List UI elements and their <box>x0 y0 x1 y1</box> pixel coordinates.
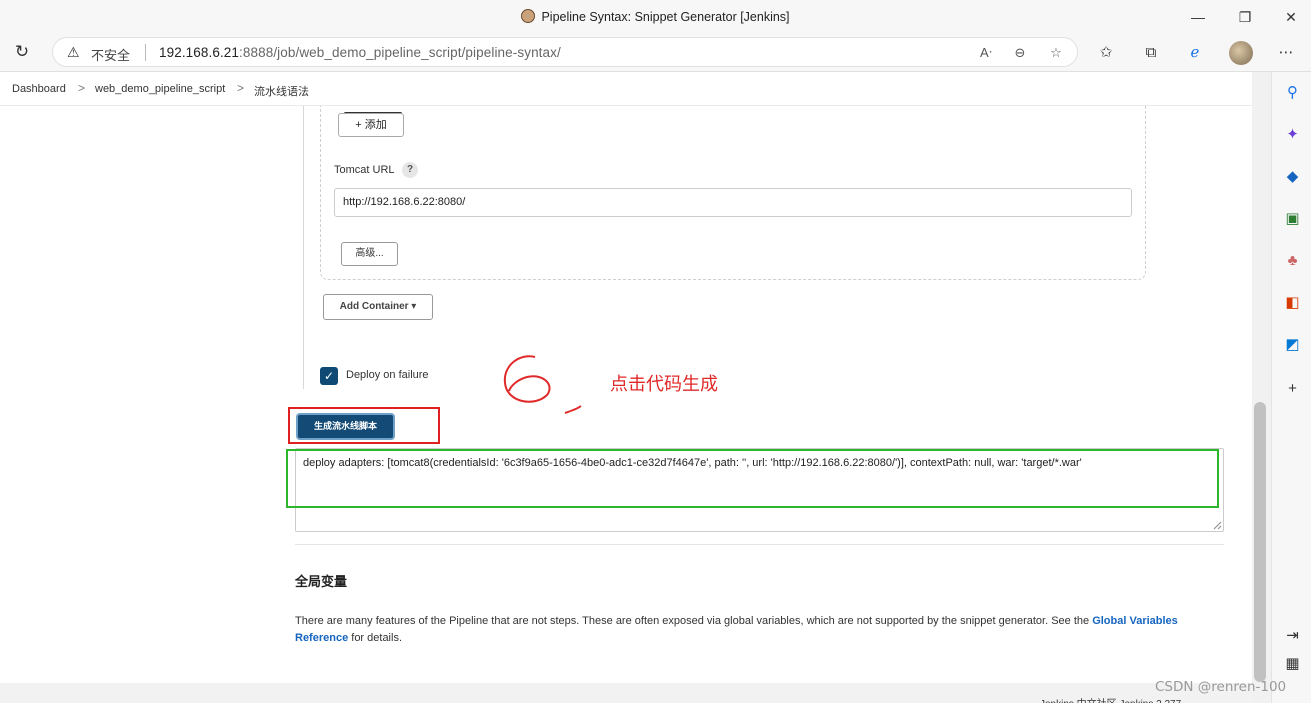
reload-icon[interactable]: ↻ <box>10 40 34 64</box>
browser-toolbar: ↻ ⚠ 不安全 192.168.6.21:8888/job/web_demo_p… <box>0 34 1311 72</box>
more-menu-icon[interactable]: ⋯ <box>1274 42 1298 64</box>
url-text[interactable]: 192.168.6.21:8888/job/web_demo_pipeline_… <box>159 45 561 60</box>
sidebar-settings-icon[interactable]: ▦ <box>1284 655 1301 672</box>
url-path: :8888/job/web_demo_pipeline_script/pipel… <box>239 45 561 60</box>
page-footer: Jenkins 中文社区 Jenkins 2.277 <box>0 683 1252 703</box>
tools-icon[interactable]: ▣ <box>1284 210 1301 227</box>
edge-browser-icon[interactable]: ℯ <box>1183 42 1207 64</box>
profile-avatar[interactable] <box>1229 41 1253 65</box>
read-aloud-icon[interactable]: Aᐧ <box>975 43 997 63</box>
help-icon[interactable]: ? <box>402 162 418 178</box>
annotation-step-six-drawing <box>503 355 582 414</box>
close-window-button[interactable]: ✕ <box>1268 6 1311 28</box>
global-variables-heading: 全局变量 <box>295 574 348 589</box>
add-button-label: 添加 <box>364 119 387 131</box>
favorites-icon[interactable]: ✩ <box>1094 42 1118 64</box>
global-variables-description: There are many features of the Pipeline … <box>295 613 1230 647</box>
zoom-out-icon[interactable]: ⊖ <box>1009 43 1031 63</box>
annotation-note: 点击代码生成 <box>610 374 718 395</box>
address-separator <box>145 44 146 61</box>
address-bar[interactable]: ⚠ 不安全 192.168.6.21:8888/job/web_demo_pip… <box>52 37 1078 67</box>
breadcrumb-pipeline-syntax[interactable]: 流水线语法 <box>254 83 309 99</box>
breadcrumb-separator: > <box>78 81 86 95</box>
tomcat-url-label: Tomcat URL <box>334 164 395 176</box>
page-scrollbar-thumb[interactable] <box>1254 402 1266 682</box>
breadcrumb-separator: > <box>237 81 245 95</box>
office-icon[interactable]: ◧ <box>1284 294 1301 311</box>
add-container-button[interactable]: Add Container ▾ <box>323 294 433 320</box>
advanced-button[interactable]: 高级... <box>341 242 398 266</box>
shopping-tag-icon[interactable]: ◆ <box>1284 168 1301 185</box>
description-suffix: for details. <box>348 632 403 644</box>
add-credentials-button[interactable]: + 添加 <box>338 113 404 137</box>
maximize-button[interactable]: ❐ <box>1222 6 1268 28</box>
collections-icon[interactable]: ⧉ <box>1139 42 1163 64</box>
window-title: Pipeline Syntax: Snippet Generator [Jenk… <box>0 9 1311 24</box>
breadcrumb-dashboard[interactable]: Dashboard <box>12 83 66 95</box>
main-content: + 添加 Tomcat URL ? http://192.168.6.22:80… <box>0 106 1252 703</box>
description-text: There are many features of the Pipeline … <box>295 615 1093 627</box>
plus-icon: + <box>355 119 365 131</box>
browser-sidebar: ⚲ ✦ ◆ ▣ ♣ ◧ ◩ + ⇥ ▦ <box>1271 72 1311 703</box>
minimize-button[interactable]: — <box>1175 6 1221 28</box>
deploy-on-failure-checkbox[interactable]: ✓ <box>320 367 338 385</box>
hide-sidebar-icon[interactable]: ⇥ <box>1284 627 1301 644</box>
add-sidebar-icon[interactable]: + <box>1284 380 1301 397</box>
search-icon[interactable]: ⚲ <box>1284 84 1301 101</box>
copilot-icon[interactable]: ✦ <box>1284 126 1301 143</box>
section-divider <box>303 106 304 389</box>
resize-handle-icon[interactable] <box>1213 521 1222 530</box>
deploy-on-failure-label: Deploy on failure <box>346 369 429 381</box>
checkmark-icon: ✓ <box>323 369 335 383</box>
insecure-label[interactable]: 不安全 <box>91 45 130 64</box>
warning-icon[interactable]: ⚠ <box>67 44 80 61</box>
games-icon[interactable]: ♣ <box>1284 252 1301 269</box>
jenkins-favicon-icon <box>521 9 536 23</box>
breadcrumb-job[interactable]: web_demo_pipeline_script <box>95 83 225 95</box>
outlook-icon[interactable]: ◩ <box>1284 336 1301 353</box>
add-favorite-icon[interactable]: ☆ <box>1045 43 1067 63</box>
footer-text: Jenkins 中文社区 Jenkins 2.277 <box>1040 695 1181 703</box>
url-host: 192.168.6.21 <box>159 45 240 60</box>
generate-pipeline-script-button[interactable]: 生成流水线脚本 <box>296 413 395 440</box>
dropdown-caret-icon: ▾ <box>408 301 417 312</box>
add-container-label: Add Container <box>339 301 409 312</box>
breadcrumb: Dashboard > web_demo_pipeline_script > 流… <box>0 72 1252 106</box>
annotation-green-highlight <box>286 449 1219 508</box>
csdn-watermark: CSDN @renren-100 <box>1155 679 1287 695</box>
section-separator <box>295 544 1224 545</box>
window-titlebar: Pipeline Syntax: Snippet Generator [Jenk… <box>0 0 1311 34</box>
tomcat-url-input[interactable]: http://192.168.6.22:8080/ <box>334 188 1132 217</box>
tab-title: Pipeline Syntax: Snippet Generator [Jenk… <box>541 10 790 24</box>
